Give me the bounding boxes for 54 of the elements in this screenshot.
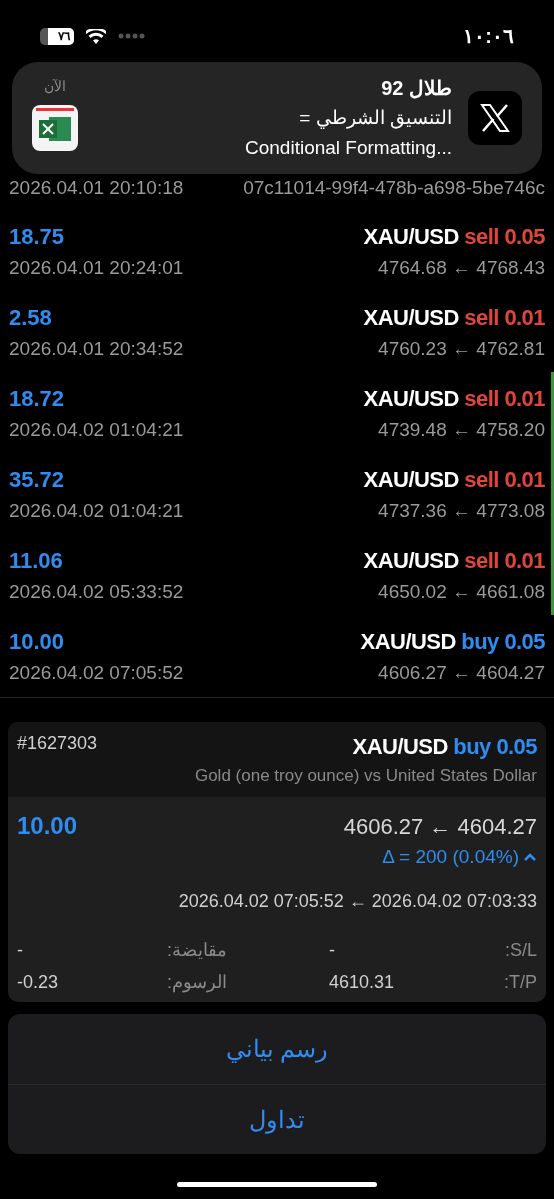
trade-prices: 4650.02 ← 4661.08	[378, 579, 545, 604]
field-label: الرسوم:	[167, 970, 228, 995]
trade-id: 07c11014-99f4-478b-a698-5be746c	[243, 175, 545, 200]
trade-date: 2026.04.02 01:04:21	[9, 498, 184, 523]
notification-time: الآن	[44, 77, 66, 96]
action-button[interactable]: تداول	[8, 1084, 546, 1154]
field-label: :T/P	[503, 970, 537, 994]
trade-symbol: XAU/USD sell 0.01	[363, 384, 545, 413]
trade-prices: 4606.27 ← 4604.27	[378, 660, 545, 685]
ticket-number: #1627303	[17, 732, 98, 755]
clock: ١٠:٠٦	[463, 24, 514, 49]
field-value: -	[328, 938, 336, 962]
trade-profit: 35.72	[9, 465, 65, 494]
trade-symbol: XAU/USD sell 0.01	[363, 546, 545, 575]
trade-date: 2026.04.02 05:33:52	[9, 579, 184, 604]
notification-text: Conditional Formatting...	[245, 136, 452, 160]
symbol-description: Gold (one troy ounce) vs United States Dollar	[193, 765, 537, 787]
chevron-up-icon[interactable]	[523, 852, 537, 862]
field-label: مقايضة:	[167, 938, 228, 962]
notification-title: طلال 92	[381, 76, 452, 101]
trade-prices: 4739.48 ← 4758.20	[378, 417, 545, 442]
action-button[interactable]: رسم بياني	[8, 1014, 546, 1084]
signal-icon	[118, 33, 146, 39]
field-value: -0.23	[17, 970, 60, 994]
trade-profit: 18.75	[9, 222, 65, 251]
detail-profit: 10.00	[17, 811, 78, 841]
spreadsheet-icon	[32, 105, 78, 151]
x-logo-icon	[479, 102, 511, 134]
price-delta: Δ = 200 (0.04%)	[382, 844, 519, 869]
trade-symbol: XAU/USD sell 0.05	[363, 222, 545, 251]
trade-symbol: XAU/USD buy 0.05	[360, 627, 545, 656]
field-value: -	[17, 938, 24, 962]
notification-text: التنسيق الشرطي =	[299, 106, 452, 131]
trade-profit: 2.58	[9, 303, 52, 332]
trade-prices: 4760.23 ← 4762.81	[378, 336, 545, 361]
trade-date: 2026.04.02 01:04:21	[9, 417, 184, 442]
detail-symbol: XAU/USD buy 0.05	[352, 733, 537, 761]
trade-date: 2026.04.02 07:05:52	[9, 660, 184, 685]
detail-prices: 4606.27 ← 4604.27	[343, 812, 537, 841]
trade-date: 2026.04.01 20:34:52	[9, 336, 184, 361]
trade-prices: 4764.68 ← 4768.43	[378, 255, 545, 280]
trade-date: 2026.04.01 20:24:01	[9, 255, 184, 280]
trade-symbol: XAU/USD sell 0.01	[363, 303, 545, 332]
battery-percent: ٧٦	[58, 30, 71, 42]
wifi-icon	[86, 28, 106, 44]
trade-date: 2026.04.01 20:10:18	[9, 175, 184, 200]
field-value: 4610.31	[328, 970, 396, 994]
trade-symbol: XAU/USD sell 0.01	[363, 465, 545, 494]
trade-profit: 10.00	[9, 627, 65, 656]
trade-profit: 11.06	[9, 546, 63, 575]
trade-times: 2026.04.02 07:05:52 ← 2026.04.02 07:03:33	[177, 890, 537, 913]
trade-profit: 18.72	[9, 384, 65, 413]
field-label: :S/L	[503, 938, 537, 962]
trade-prices: 4737.36 ← 4773.08	[378, 498, 545, 523]
